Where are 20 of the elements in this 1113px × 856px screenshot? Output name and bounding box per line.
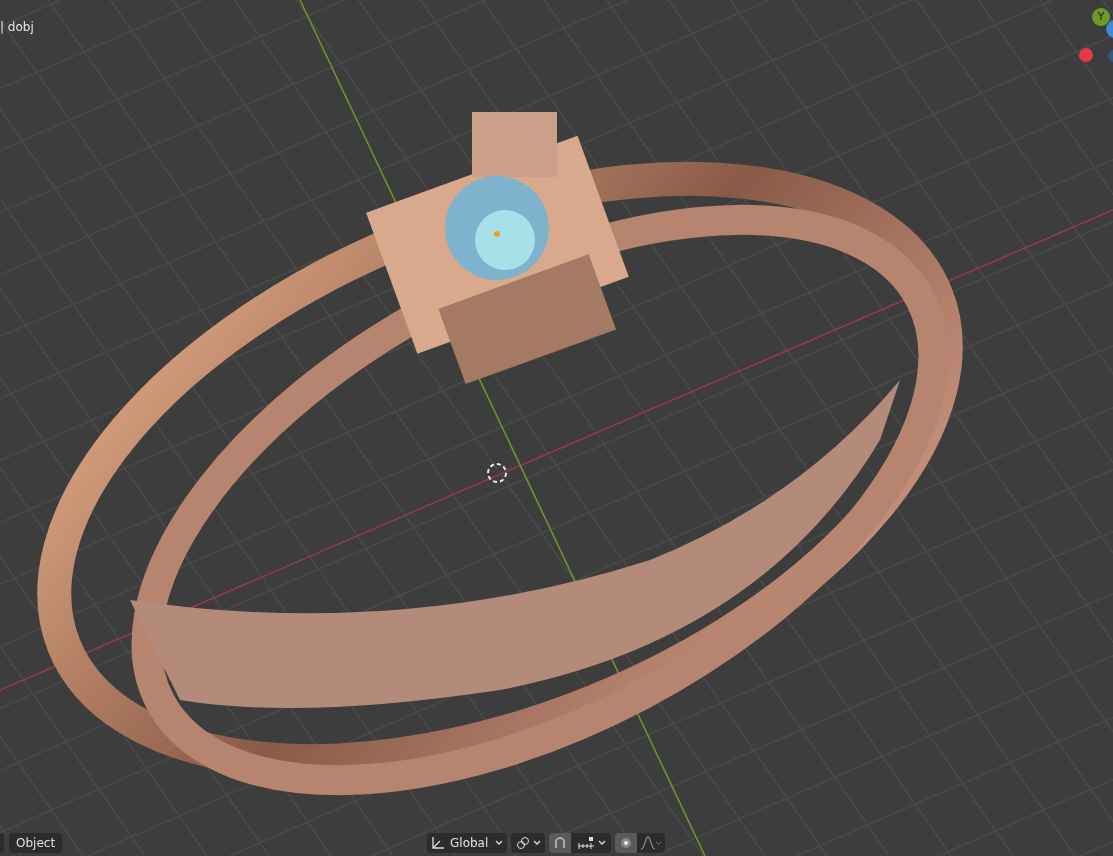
- caret-icon: [495, 840, 503, 846]
- link-icon: [515, 836, 530, 850]
- 3d-cursor-icon[interactable]: [487, 463, 507, 483]
- pivot-dropdown[interactable]: [511, 833, 545, 853]
- orientation-dropdown[interactable]: Global: [427, 833, 507, 853]
- magnet-icon: [553, 836, 567, 850]
- caret-icon: [597, 840, 606, 846]
- axes-icon: [431, 836, 445, 850]
- mode-button[interactable]: Object: [9, 833, 63, 853]
- increment-icon: [576, 836, 595, 850]
- axis-gizmo-y[interactable]: Y: [1092, 8, 1110, 26]
- curve-icon: [640, 836, 662, 850]
- caret-icon: [532, 840, 541, 846]
- proportional-editing-toggle[interactable]: [615, 833, 637, 853]
- axis-gizmo-x[interactable]: [1079, 48, 1093, 62]
- snap-toggle[interactable]: [549, 833, 571, 853]
- object-label: | dobj: [0, 19, 34, 36]
- target-icon: [620, 837, 632, 849]
- origin-dot-icon: [494, 231, 500, 237]
- viewport[interactable]: | dobj Y Object Global: [0, 0, 1113, 856]
